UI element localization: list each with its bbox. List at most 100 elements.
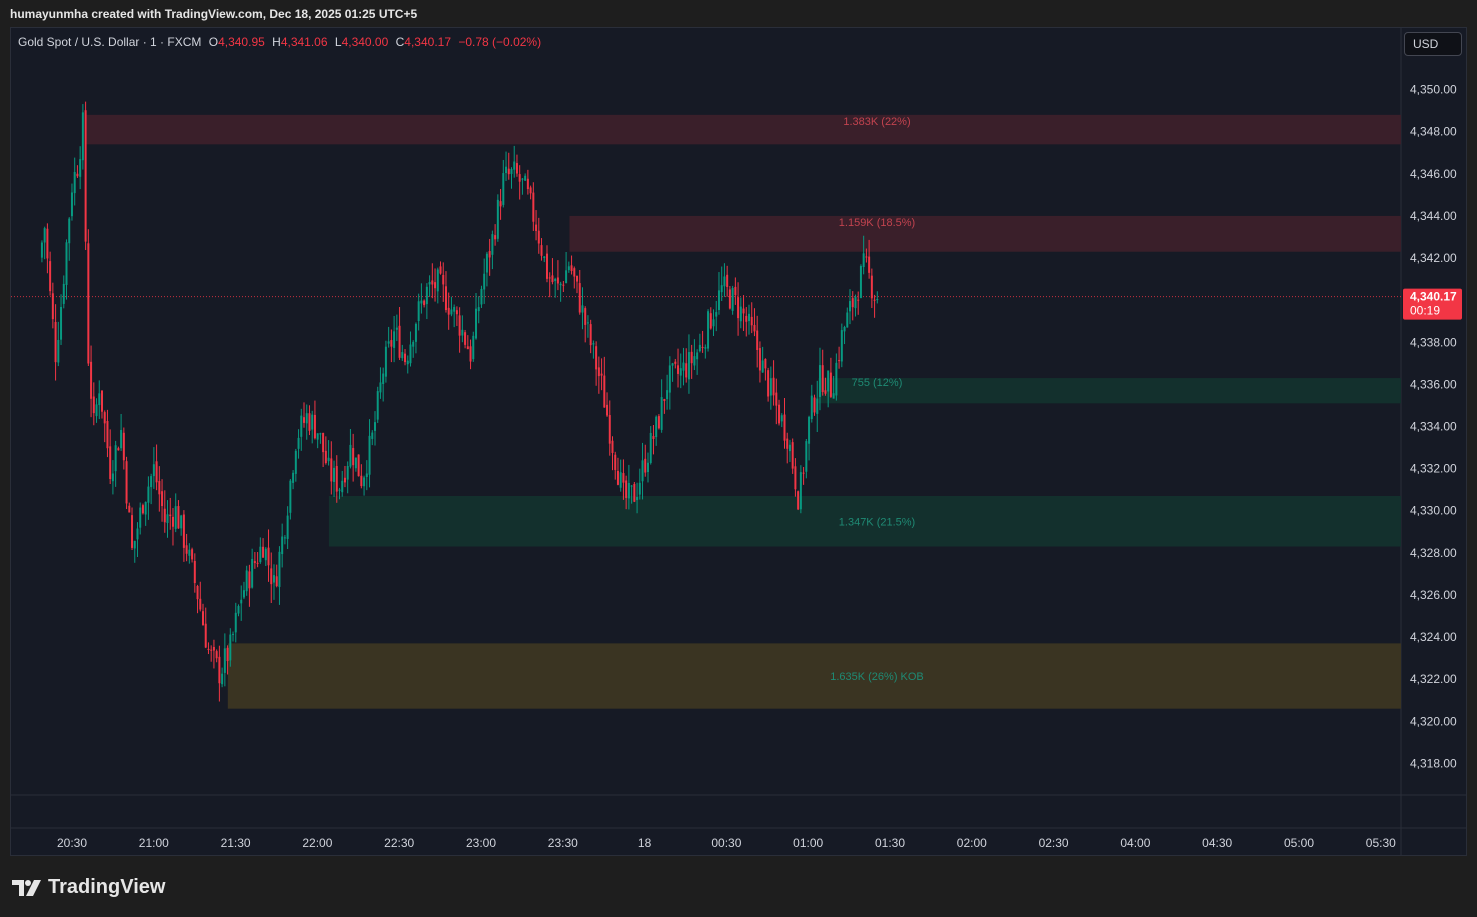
candle-body bbox=[499, 201, 502, 207]
candle-body bbox=[338, 489, 341, 491]
candle-body bbox=[324, 450, 327, 464]
candle-body bbox=[518, 174, 521, 182]
candle-body bbox=[196, 586, 199, 600]
candle-body bbox=[633, 483, 636, 502]
candle-body bbox=[788, 444, 791, 452]
open-label: O bbox=[208, 35, 219, 49]
candle-body bbox=[294, 450, 297, 474]
candle-body bbox=[753, 325, 756, 332]
candle-body bbox=[428, 282, 431, 285]
candle-body bbox=[543, 256, 546, 259]
candle-body bbox=[663, 398, 666, 402]
y-tick-label: 4,330.00 bbox=[1410, 504, 1457, 518]
candle-body bbox=[652, 436, 655, 439]
y-tick-label: 4,348.00 bbox=[1410, 125, 1457, 139]
y-tick-label: 4,344.00 bbox=[1410, 209, 1457, 223]
candle-body bbox=[204, 623, 207, 648]
candle-body bbox=[245, 570, 248, 592]
candle-body bbox=[226, 647, 229, 662]
candle-body bbox=[707, 311, 710, 349]
open-value: 4,340.95 bbox=[218, 35, 265, 49]
x-tick-label: 05:30 bbox=[1366, 836, 1396, 850]
x-tick-label: 04:00 bbox=[1120, 836, 1150, 850]
candle-body bbox=[608, 415, 611, 444]
candle-body bbox=[390, 340, 393, 347]
y-tick-label: 4,342.00 bbox=[1410, 251, 1457, 265]
candle-body bbox=[191, 549, 194, 560]
candle-body bbox=[483, 273, 486, 290]
candle-body bbox=[775, 392, 778, 406]
candle-body bbox=[229, 634, 232, 661]
candle-body bbox=[873, 299, 876, 301]
x-tick-label: 21:00 bbox=[139, 836, 169, 850]
tradingview-logo[interactable]: TradingView bbox=[12, 876, 165, 899]
candle-body bbox=[818, 365, 821, 397]
x-tick-label: 23:30 bbox=[548, 836, 578, 850]
candle-body bbox=[404, 353, 407, 363]
candle-body bbox=[406, 360, 409, 365]
candle-body bbox=[576, 275, 579, 282]
candle-body bbox=[237, 606, 240, 614]
x-tick-label: 02:00 bbox=[957, 836, 987, 850]
candle-body bbox=[442, 274, 445, 285]
candle-body bbox=[758, 348, 761, 371]
candle-body bbox=[505, 166, 508, 174]
candle-body bbox=[144, 501, 147, 515]
candle-body bbox=[731, 287, 734, 311]
candle-body bbox=[327, 457, 330, 462]
candle-body bbox=[174, 506, 177, 529]
candle-body bbox=[210, 649, 213, 651]
candle-body bbox=[202, 611, 205, 626]
candle-body bbox=[120, 429, 123, 449]
zone-label: 1.383K (22%) bbox=[843, 116, 910, 128]
candle-body bbox=[682, 362, 685, 371]
candle-body bbox=[79, 159, 82, 177]
candle-body bbox=[278, 551, 281, 587]
candle-body bbox=[655, 416, 658, 438]
candle-body bbox=[60, 306, 63, 340]
low-label: L bbox=[334, 35, 342, 49]
candle-body bbox=[458, 315, 461, 336]
candle-body bbox=[851, 298, 854, 308]
candle-body bbox=[218, 656, 221, 684]
candle-body bbox=[748, 313, 751, 322]
candle-body bbox=[704, 347, 707, 349]
price-chart[interactable]: 1.383K (22%) 1.159K (18.5%) 755 (12%) 1.347… bbox=[0, 0, 1477, 917]
symbol-title[interactable]: Gold Spot / U.S. Dollar · 1 · FXCM bbox=[18, 35, 201, 49]
close-value: 4,340.17 bbox=[404, 35, 452, 49]
candle-body bbox=[248, 571, 251, 589]
candle-body bbox=[333, 467, 336, 482]
x-tick-label: 01:30 bbox=[875, 836, 905, 850]
candle-body bbox=[627, 482, 630, 499]
candle-body bbox=[586, 322, 589, 324]
candle-body bbox=[182, 514, 185, 548]
candle-body bbox=[876, 299, 879, 301]
candle-body bbox=[346, 465, 349, 480]
y-tick-label: 4,326.00 bbox=[1410, 588, 1457, 602]
candle-body bbox=[46, 228, 49, 259]
candle-body bbox=[125, 461, 128, 504]
candle-body bbox=[387, 341, 390, 344]
y-tick-label: 4,346.00 bbox=[1410, 167, 1457, 181]
currency-button[interactable]: USD bbox=[1404, 32, 1462, 56]
candle-body bbox=[644, 458, 647, 473]
candle-body bbox=[693, 356, 696, 366]
candle-body bbox=[256, 562, 259, 564]
y-tick-label: 4,334.00 bbox=[1410, 420, 1457, 434]
price-countdown: 00:19 bbox=[1410, 304, 1440, 318]
candle-body bbox=[611, 440, 614, 453]
candle-body bbox=[117, 448, 120, 451]
candle-body bbox=[450, 309, 453, 315]
candle-body bbox=[592, 343, 595, 345]
candle-body bbox=[641, 460, 644, 482]
candle-body bbox=[212, 646, 215, 651]
candle-body bbox=[158, 481, 161, 495]
candle-body bbox=[171, 516, 174, 527]
candle-body bbox=[734, 286, 737, 296]
candle-body bbox=[854, 296, 857, 309]
candle-body bbox=[90, 361, 93, 399]
candle-body bbox=[551, 275, 554, 283]
candle-body bbox=[597, 367, 600, 377]
candle-body bbox=[461, 329, 464, 336]
candle-body bbox=[868, 256, 871, 273]
